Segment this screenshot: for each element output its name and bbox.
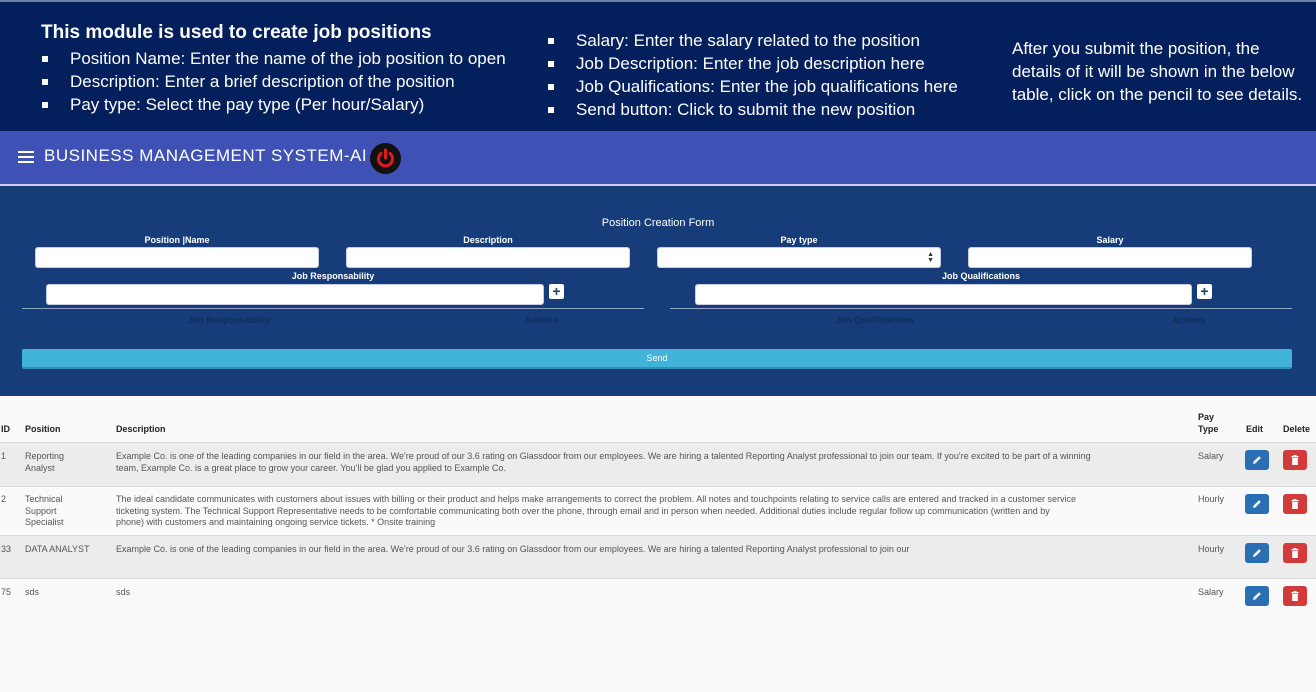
- responsability-table-divider: [22, 308, 644, 309]
- row-position: DATA ANALYST: [25, 544, 90, 554]
- banner-item: Send button: Click to submit the new pos…: [546, 98, 958, 121]
- edit-button[interactable]: [1245, 494, 1269, 514]
- description-label: Description: [463, 235, 513, 245]
- row-id: 1: [1, 451, 7, 461]
- delete-button[interactable]: [1283, 494, 1307, 514]
- app-bar: BUSINESS MANAGEMENT SYSTEM-AI: [0, 131, 1316, 186]
- table-row: 2 Technical Support Specialist The ideal c…: [0, 486, 1316, 535]
- trash-icon: [1291, 548, 1299, 558]
- row-pay-type: Hourly: [1198, 544, 1225, 554]
- pay-type-select[interactable]: ▲ ▼: [657, 247, 941, 268]
- description-column-header: Description: [116, 424, 166, 434]
- plus-icon: +: [1200, 283, 1209, 299]
- responsability-actions-header: Actions: [525, 315, 559, 325]
- select-arrows-icon: ▲ ▼: [927, 251, 934, 264]
- form-title: Position Creation Form: [601, 217, 715, 229]
- banner-list-left: Position Name: Enter the name of the job…: [40, 47, 506, 116]
- row-description: Example Co. is one of the leading compan…: [116, 544, 910, 554]
- position-name-label: Position |Name: [144, 235, 210, 245]
- qualifications-column-header: Job Qualifications: [836, 315, 915, 325]
- row-description: The ideal candidate communicates with cu…: [116, 494, 1076, 527]
- row-pay-type: Salary: [1198, 451, 1224, 461]
- job-qualifications-label: Job Qualifications: [941, 271, 1020, 281]
- row-id: 33: [1, 544, 12, 554]
- trash-icon: [1291, 499, 1299, 509]
- edit-button[interactable]: [1245, 543, 1269, 563]
- banner-item: Job Description: Enter the job descripti…: [546, 52, 958, 75]
- delete-button[interactable]: [1283, 450, 1307, 470]
- row-description: Example Co. is one of the leading compan…: [116, 451, 1091, 473]
- table-row: 75 sds sds Salary: [0, 578, 1316, 618]
- job-qualifications-input[interactable]: [695, 284, 1192, 305]
- edit-button[interactable]: [1245, 586, 1269, 606]
- row-pay-type: Hourly: [1198, 494, 1225, 504]
- banner-item: Description: Enter a brief description o…: [40, 70, 506, 93]
- trash-icon: [1291, 591, 1299, 601]
- plus-icon: +: [552, 283, 561, 299]
- pencil-icon: [1253, 500, 1261, 508]
- banner-title: This module is used to create job positi…: [41, 22, 432, 43]
- trash-icon: [1291, 455, 1299, 465]
- edit-column-header: Edit: [1246, 424, 1263, 434]
- app-title: BUSINESS MANAGEMENT SYSTEM-AI: [44, 146, 368, 165]
- salary-input[interactable]: [968, 247, 1252, 268]
- job-responsability-label: Job Responsability: [291, 271, 375, 281]
- id-column-header: ID: [1, 424, 10, 434]
- send-button[interactable]: Send: [22, 349, 1292, 369]
- row-position: Technical Support Specialist: [25, 494, 64, 527]
- position-column-header: Position: [25, 424, 61, 434]
- banner-list-right: Salary: Enter the salary related to the …: [546, 29, 958, 121]
- pay-type-label: Pay type: [780, 235, 818, 245]
- pencil-icon: [1253, 592, 1261, 600]
- row-id: 2: [1, 494, 7, 504]
- positions-table: ID Position Description Pay Type Edit De…: [0, 396, 1316, 692]
- position-creation-form: Position Creation Form Position |Name De…: [0, 186, 1316, 396]
- description-input[interactable]: [346, 247, 630, 268]
- pencil-icon: [1253, 549, 1261, 557]
- position-name-input[interactable]: [35, 247, 319, 268]
- qualifications-table-divider: [670, 308, 1292, 309]
- table-row: 33 DATA ANALYST Example Co. is one of th…: [0, 535, 1316, 578]
- banner-item: Job Qualifications: Enter the job qualif…: [546, 75, 958, 98]
- responsability-column-header: Job Responsability: [188, 315, 271, 325]
- row-pay-type: Salary: [1198, 587, 1224, 597]
- row-position: Reporting Analyst: [25, 451, 65, 473]
- row-id: 75: [1, 587, 12, 597]
- add-qualification-button[interactable]: +: [1197, 284, 1212, 299]
- table-row: 1 Reporting Analyst Example Co. is one of…: [0, 442, 1316, 486]
- instruction-banner: This module is used to create job positi…: [0, 0, 1316, 131]
- row-description: sds: [116, 587, 131, 597]
- job-responsability-input[interactable]: [46, 284, 544, 305]
- qualifications-actions-header: Actions: [1172, 315, 1206, 325]
- banner-item: Pay type: Select the pay type (Per hour/…: [40, 93, 506, 116]
- power-icon[interactable]: [370, 143, 401, 174]
- row-position: sds: [25, 587, 40, 597]
- pay-type-column-header: Type: [1198, 424, 1219, 434]
- add-responsability-button[interactable]: +: [549, 284, 564, 299]
- delete-column-header: Delete: [1283, 424, 1311, 434]
- pencil-icon: [1253, 456, 1261, 464]
- banner-item: Salary: Enter the salary related to the …: [546, 29, 958, 52]
- banner-note: After you submit the position, the detai…: [1012, 39, 1303, 104]
- hamburger-menu-icon[interactable]: [18, 151, 34, 163]
- delete-button[interactable]: [1283, 543, 1307, 563]
- pay-type-column-header: Pay: [1198, 412, 1215, 422]
- salary-label: Salary: [1096, 235, 1124, 245]
- delete-button[interactable]: [1283, 586, 1307, 606]
- edit-button[interactable]: [1245, 450, 1269, 470]
- banner-item: Position Name: Enter the name of the job…: [40, 47, 506, 70]
